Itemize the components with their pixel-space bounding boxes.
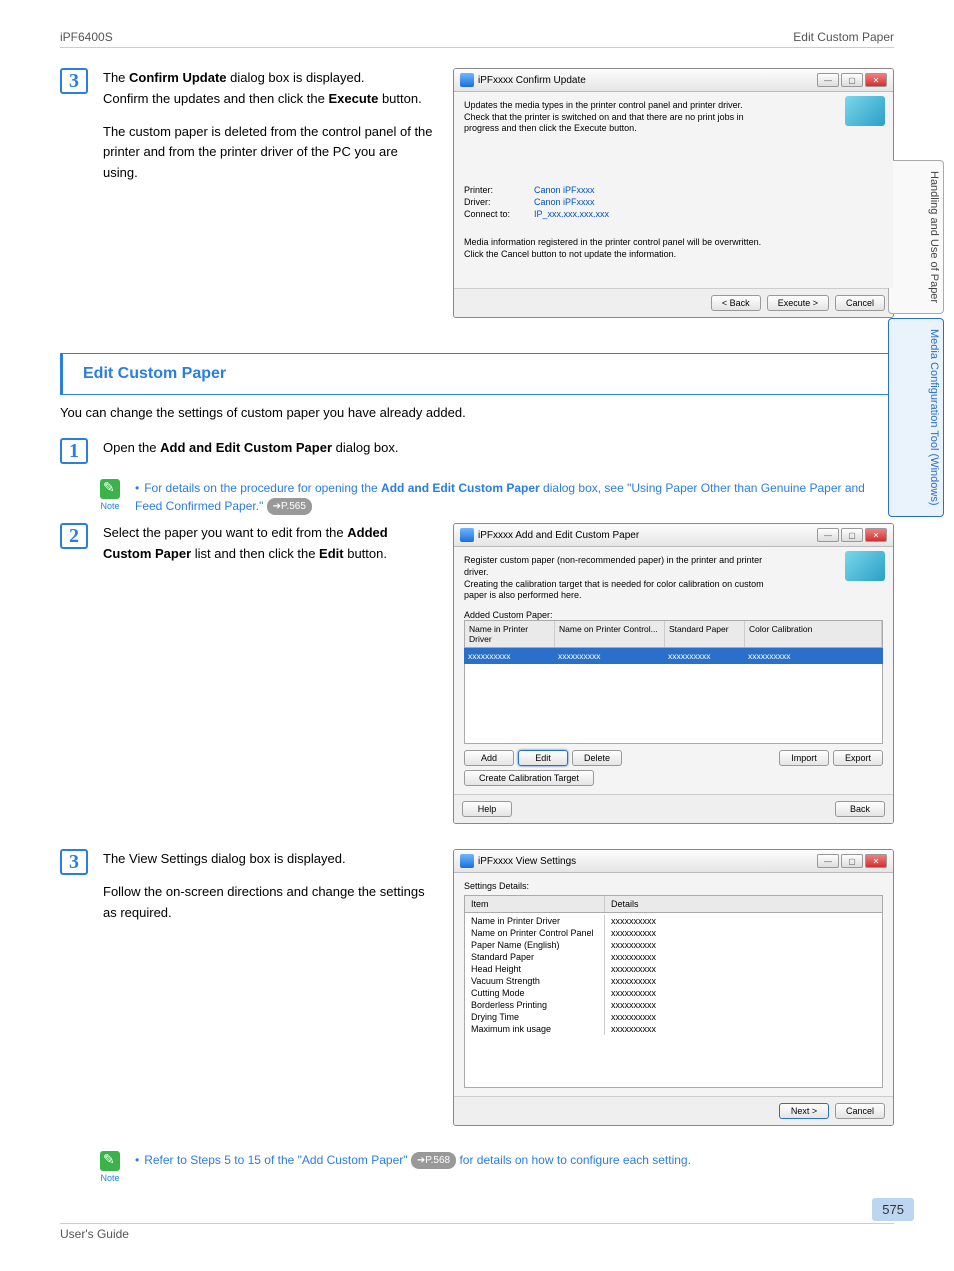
maximize-button[interactable]: ▢ (841, 528, 863, 542)
settings-details-label: Settings Details: (464, 881, 883, 891)
cancel-button-3[interactable]: Cancel (835, 1103, 885, 1119)
maximize-button[interactable]: ▢ (841, 73, 863, 87)
printer-value: Canon iPFxxxx (534, 185, 595, 195)
dialog2-desc: Register custom paper (non-recommended p… (464, 555, 778, 602)
settings-row: Borderless Printingxxxxxxxxxx (465, 999, 882, 1011)
connect-value: IP_xxx.xxx.xxx.xxx (534, 209, 609, 219)
dialog1-desc: Updates the media types in the printer c… (464, 100, 778, 135)
note1-text: •For details on the procedure for openin… (135, 479, 894, 515)
note-icon (100, 479, 120, 499)
settings-row: Head Heightxxxxxxxxxx (465, 963, 882, 975)
driver-label: Driver: (464, 197, 534, 207)
page-ref-568[interactable]: ➔P.568 (411, 1152, 456, 1169)
dialog-icon (460, 73, 474, 87)
settings-row: Drying Timexxxxxxxxxx (465, 1011, 882, 1023)
view-settings-dialog: iPFxxxx View Settings — ▢ ✕ Settings Det… (453, 849, 894, 1126)
settings-table-header: Item Details (465, 896, 882, 913)
back-button-2[interactable]: Back (835, 801, 885, 817)
step3b-line2: Follow the on-screen directions and chan… (103, 882, 433, 924)
table-empty-area (464, 664, 883, 744)
step3a-line3: The custom paper is deleted from the con… (103, 122, 433, 184)
create-calibration-target-button[interactable]: Create Calibration Target (464, 770, 594, 786)
paper-roll-image (845, 96, 885, 126)
export-button[interactable]: Export (833, 750, 883, 766)
step1-text: Open the Add and Edit Custom Paper dialo… (103, 438, 894, 459)
page-number: 575 (872, 1198, 914, 1221)
driver-value: Canon iPFxxxx (534, 197, 595, 207)
cancel-button[interactable]: Cancel (835, 295, 885, 311)
back-button[interactable]: < Back (711, 295, 761, 311)
settings-row: Maximum ink usagexxxxxxxxxx (465, 1023, 882, 1035)
connect-label: Connect to: (464, 209, 534, 219)
dialog1-title: iPFxxxx Confirm Update (478, 75, 586, 86)
table-header: Name in Printer Driver Name on Printer C… (464, 620, 883, 648)
step-number-3a: 3 (60, 68, 88, 94)
next-button[interactable]: Next > (779, 1103, 829, 1119)
table-row[interactable]: xxxxxxxxxx xxxxxxxxxx xxxxxxxxxx xxxxxxx… (464, 648, 883, 664)
settings-row: Name in Printer Driverxxxxxxxxxx (465, 915, 882, 927)
dialog2-title: iPFxxxx Add and Edit Custom Paper (478, 530, 639, 541)
note-label: Note (95, 501, 125, 511)
step-number-2: 2 (60, 523, 88, 549)
section-title-container: Edit Custom Paper (60, 353, 894, 395)
header-section: Edit Custom Paper (793, 30, 894, 44)
minimize-button[interactable]: — (817, 854, 839, 868)
close-button[interactable]: ✕ (865, 73, 887, 87)
minimize-button[interactable]: — (817, 73, 839, 87)
edit-button[interactable]: Edit (518, 750, 568, 766)
note2-text: •Refer to Steps 5 to 15 of the "Add Cust… (135, 1151, 691, 1169)
settings-row: Standard Paperxxxxxxxxxx (465, 951, 882, 963)
close-button[interactable]: ✕ (865, 528, 887, 542)
section-title: Edit Custom Paper (73, 359, 883, 389)
added-custom-paper-label: Added Custom Paper: (464, 610, 883, 620)
dialog-icon (460, 528, 474, 542)
step2-text: Select the paper you want to edit from t… (103, 523, 433, 565)
confirm-update-dialog: iPFxxxx Confirm Update — ▢ ✕ Updates the… (453, 68, 894, 318)
add-edit-custom-paper-dialog: iPFxxxx Add and Edit Custom Paper — ▢ ✕ … (453, 523, 894, 824)
settings-row: Cutting Modexxxxxxxxxx (465, 987, 882, 999)
dialog-icon (460, 854, 474, 868)
section-desc: You can change the settings of custom pa… (60, 403, 894, 423)
note-icon (100, 1151, 120, 1171)
dialog1-note: Media information registered in the prin… (464, 237, 883, 260)
delete-button[interactable]: Delete (572, 750, 622, 766)
settings-row: Name on Printer Control Panelxxxxxxxxxx (465, 927, 882, 939)
minimize-button[interactable]: — (817, 528, 839, 542)
side-tab-media-config[interactable]: Media Configuration Tool (Windows) (888, 318, 944, 517)
maximize-button[interactable]: ▢ (841, 854, 863, 868)
note-label-2: Note (95, 1173, 125, 1183)
help-button[interactable]: Help (462, 801, 512, 817)
printer-label: Printer: (464, 185, 534, 195)
step3a-line1: The Confirm Update dialog box is display… (103, 68, 433, 89)
step3a-line2: Confirm the updates and then click the E… (103, 89, 433, 110)
execute-button[interactable]: Execute > (767, 295, 829, 311)
add-button[interactable]: Add (464, 750, 514, 766)
close-button[interactable]: ✕ (865, 854, 887, 868)
settings-row: Vacuum Strengthxxxxxxxxxx (465, 975, 882, 987)
step-number-3b: 3 (60, 849, 88, 875)
settings-row: Paper Name (English)xxxxxxxxxx (465, 939, 882, 951)
step-number-1: 1 (60, 438, 88, 464)
side-tab-handling[interactable]: Handling and Use of Paper (888, 160, 944, 314)
page-ref-565[interactable]: ➔P.565 (267, 498, 312, 515)
dialog3-title: iPFxxxx View Settings (478, 856, 576, 867)
import-button[interactable]: Import (779, 750, 829, 766)
paper-roll-image (845, 551, 885, 581)
step3b-line1: The View Settings dialog box is displaye… (103, 849, 433, 870)
header-model: iPF6400S (60, 30, 113, 44)
footer-left: User's Guide (60, 1227, 129, 1241)
